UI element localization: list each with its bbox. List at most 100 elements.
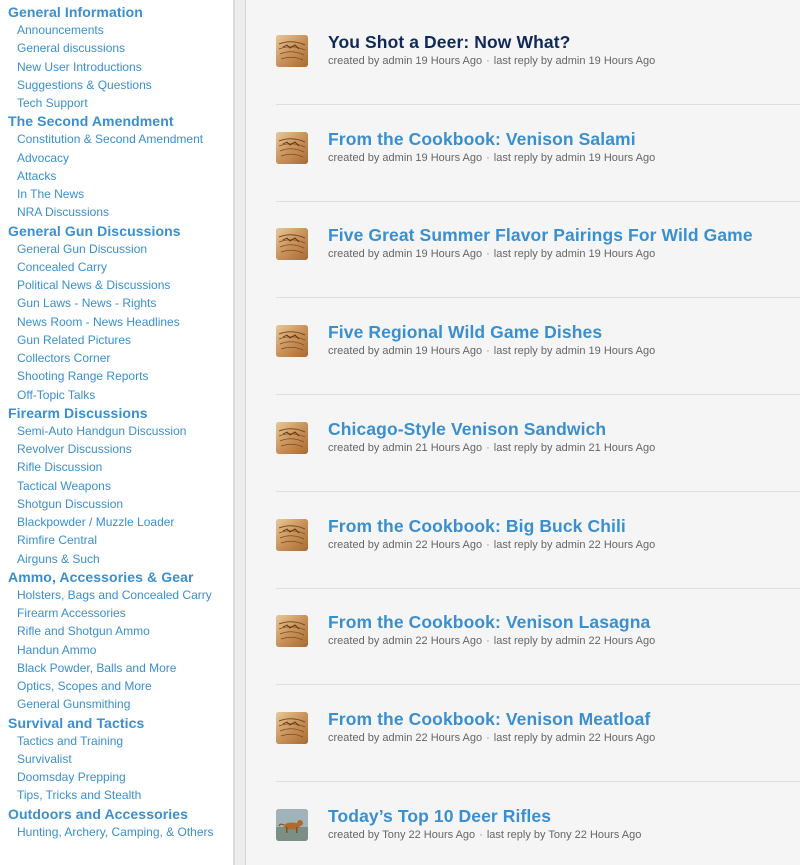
sidebar-forum-link[interactable]: Concealed Carry — [0, 258, 233, 276]
topic-row: From the Cookbook: Venison Meatloaf creat… — [276, 685, 800, 782]
sidebar-forum-link[interactable]: Shooting Range Reports — [0, 367, 233, 385]
sidebar-category-title[interactable]: Outdoors and Accessories — [0, 805, 233, 823]
sidebar-forum-link[interactable]: Tips, Tricks and Stealth — [0, 786, 233, 804]
sidebar-forum-link[interactable]: Handun Ammo — [0, 641, 233, 659]
topic-last-reply: last reply by admin 19 Hours Ago — [493, 151, 656, 164]
topic-created-by: created by admin 19 Hours Ago — [328, 55, 483, 67]
meta-separator: · — [486, 345, 490, 358]
scroll-avatar[interactable] — [276, 228, 308, 261]
sidebar-forum-link[interactable]: Hunting, Archery, Camping, & Others — [0, 823, 233, 841]
topic-title-link[interactable]: Five Regional Wild Game Dishes — [328, 322, 602, 343]
sidebar-forum-link[interactable]: Tactical Weapons — [0, 477, 233, 495]
sidebar-forum-link[interactable]: Tech Support — [0, 94, 233, 112]
sidebar-forum-link[interactable]: In The News — [0, 185, 233, 203]
sidebar-forum-link[interactable]: Semi-Auto Handgun Discussion — [0, 422, 233, 440]
sidebar-forum-link[interactable]: Off-Topic Talks — [0, 386, 233, 404]
sidebar-forum-link[interactable]: News Room - News Headlines — [0, 313, 233, 331]
topic-created-by: created by admin 22 Hours Ago — [328, 538, 483, 551]
topic-title-link[interactable]: From the Cookbook: Big Buck Chili — [328, 516, 626, 537]
topic-row: Five Great Summer Flavor Pairings For Wi… — [276, 201, 800, 299]
topic-row: You Shot a Deer: Now What? created by adm… — [276, 8, 800, 105]
topic-created-by: created by admin 22 Hours Ago — [328, 635, 483, 648]
topic-created-by: created by admin 19 Hours Ago — [328, 248, 483, 261]
topic-title-link[interactable]: From the Cookbook: Venison Meatloaf — [328, 709, 650, 730]
topic-created-by: created by admin 19 Hours Ago — [328, 345, 483, 358]
sidebar-forum-link[interactable]: Political News & Discussions — [0, 276, 233, 294]
forum-category-sidebar: General Information Announcements General … — [0, 0, 233, 865]
topic-row: From the Cookbook: Venison Lasagna create… — [276, 588, 800, 686]
sidebar-category-title[interactable]: Survival and Tactics — [0, 714, 233, 732]
topic-last-reply: last reply by admin 22 Hours Ago — [493, 538, 656, 551]
sidebar-forum-link[interactable]: Survivalist — [0, 750, 233, 768]
sidebar-category-items: General Gun Discussion Concealed Carry Pol… — [0, 240, 233, 404]
topic-title-link[interactable]: From the Cookbook: Venison Lasagna — [328, 612, 650, 633]
sidebar-category: Survival and Tactics Tactics and Training… — [0, 714, 233, 805]
sidebar-forum-link[interactable]: Constitution & Second Amendment — [0, 130, 233, 148]
topic-last-reply: last reply by admin 19 Hours Ago — [493, 55, 656, 67]
topic-title-link[interactable]: From the Cookbook: Venison Salami — [328, 129, 636, 150]
sidebar-category: The Second Amendment Constitution & Secon… — [0, 112, 233, 221]
topic-last-reply: last reply by admin 22 Hours Ago — [493, 635, 656, 648]
sidebar-forum-link[interactable]: Announcements — [0, 21, 233, 39]
topic-row: Chicago-Style Venison Sandwich created by… — [276, 395, 800, 492]
sidebar-forum-link[interactable]: Firearm Accessories — [0, 604, 233, 622]
topic-title-link[interactable]: Five Great Summer Flavor Pairings For Wi… — [328, 225, 753, 246]
sidebar-category-title[interactable]: General Information — [0, 3, 233, 21]
sidebar-forum-link[interactable]: Optics, Scopes and More — [0, 677, 233, 695]
sidebar-forum-link[interactable]: Gun Laws - News - Rights — [0, 294, 233, 312]
sidebar-forum-link[interactable]: Shotgun Discussion — [0, 495, 233, 513]
topic-row: From the Cookbook: Venison Salami created… — [276, 105, 800, 202]
sidebar-forum-link[interactable]: Collectors Corner — [0, 349, 233, 367]
sidebar-forum-link[interactable]: Black Powder, Balls and More — [0, 659, 233, 677]
sidebar-forum-link[interactable]: Blackpowder / Muzzle Loader — [0, 513, 233, 531]
topic-title-link[interactable]: Chicago-Style Venison Sandwich — [328, 419, 606, 440]
sidebar-forum-link[interactable]: Tactics and Training — [0, 732, 233, 750]
sidebar-forum-link[interactable]: General Gunsmithing — [0, 695, 233, 713]
scroll-avatar[interactable] — [276, 131, 308, 164]
topic-title-link[interactable]: Today’s Top 10 Deer Rifles — [328, 806, 551, 827]
sidebar-forum-link[interactable]: Revolver Discussions — [0, 440, 233, 458]
sidebar-forum-link[interactable]: Holsters, Bags and Concealed Carry — [0, 586, 233, 604]
topic-created-by: created by Tony 22 Hours Ago — [328, 828, 476, 841]
meta-separator: · — [486, 731, 490, 744]
sidebar-forum-link[interactable]: NRA Discussions — [0, 203, 233, 221]
sidebar-category-title[interactable]: Ammo, Accessories & Gear — [0, 568, 233, 586]
sidebar-forum-link[interactable]: Rifle and Shotgun Ammo — [0, 622, 233, 640]
topic-last-reply: last reply by admin 21 Hours Ago — [493, 441, 656, 454]
meta-separator: · — [486, 441, 490, 454]
scroll-avatar[interactable] — [276, 421, 308, 454]
meta-separator: · — [486, 538, 490, 551]
sidebar-forum-link[interactable]: Suggestions & Questions — [0, 76, 233, 94]
dog-photo-avatar[interactable] — [276, 808, 308, 841]
topic-title-link[interactable]: You Shot a Deer: Now What? — [328, 32, 570, 53]
sidebar-forum-link[interactable]: General discussions — [0, 39, 233, 57]
sidebar-forum-link[interactable]: Doomsday Prepping — [0, 768, 233, 786]
topic-meta: created by admin 19 Hours Ago · last reply… — [328, 248, 655, 260]
sidebar-category-title[interactable]: General Gun Discussions — [0, 222, 233, 240]
topic-created-by: created by admin 19 Hours Ago — [328, 151, 483, 164]
sidebar-forum-link[interactable]: General Gun Discussion — [0, 240, 233, 258]
topic-meta: created by admin 22 Hours Ago · last reply… — [328, 539, 655, 551]
sidebar-category-items: Tactics and Training Survivalist Doomsday … — [0, 732, 233, 805]
scroll-avatar[interactable] — [276, 711, 308, 744]
sidebar-category-items: Hunting, Archery, Camping, & Others — [0, 823, 233, 841]
topic-meta: created by admin 19 Hours Ago · last reply… — [328, 345, 655, 357]
sidebar-forum-link[interactable]: Airguns & Such — [0, 550, 233, 568]
sidebar-forum-link[interactable]: Rifle Discussion — [0, 458, 233, 476]
topic-last-reply: last reply by admin 22 Hours Ago — [493, 731, 656, 744]
sidebar-category-title[interactable]: Firearm Discussions — [0, 404, 233, 422]
sidebar-forum-link[interactable]: Rimfire Central — [0, 531, 233, 549]
topic-last-reply: last reply by Tony 22 Hours Ago — [486, 828, 642, 841]
sidebar-forum-link[interactable]: Gun Related Pictures — [0, 331, 233, 349]
scroll-avatar[interactable] — [276, 615, 308, 648]
scroll-avatar[interactable] — [276, 325, 308, 358]
sidebar-category-title[interactable]: The Second Amendment — [0, 112, 233, 130]
sidebar-forum-link[interactable]: New User Introductions — [0, 58, 233, 76]
sidebar-forum-link[interactable]: Advocacy — [0, 149, 233, 167]
scroll-avatar[interactable] — [276, 35, 308, 67]
sidebar-category: Outdoors and Accessories Hunting, Archery… — [0, 805, 233, 841]
topic-meta: created by admin 19 Hours Ago · last reply… — [328, 55, 655, 67]
sidebar-forum-link[interactable]: Attacks — [0, 167, 233, 185]
topic-last-reply: last reply by admin 19 Hours Ago — [493, 248, 656, 261]
scroll-avatar[interactable] — [276, 518, 308, 551]
